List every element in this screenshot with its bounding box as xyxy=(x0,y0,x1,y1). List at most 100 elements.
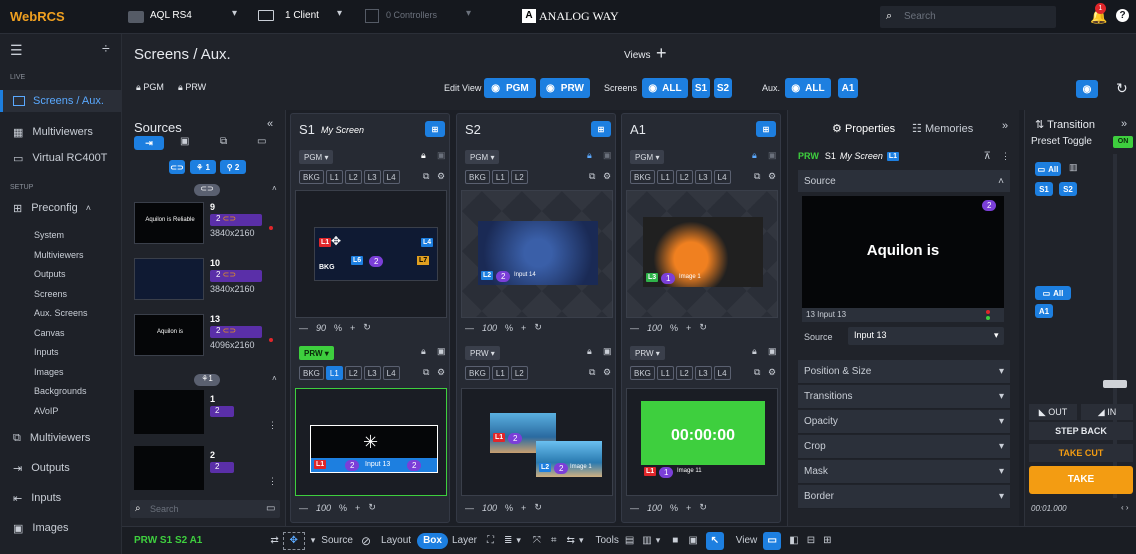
zoom-out-button[interactable]: — xyxy=(465,503,474,513)
layer-tag[interactable]: BKG xyxy=(299,366,324,380)
sidebar-item-screens[interactable]: Screens / Aux. xyxy=(0,90,122,112)
transition-duration[interactable]: 00:01.000 xyxy=(1031,504,1067,513)
settings-icon[interactable]: ⚙ xyxy=(437,367,445,378)
lock-icon[interactable]: 🔒︎ xyxy=(752,150,757,161)
zoom-value[interactable]: 100 xyxy=(647,503,662,513)
copy-icon[interactable]: ⧉ xyxy=(423,367,429,378)
layer-tag[interactable]: L1 xyxy=(656,366,674,380)
chevron-down-icon[interactable]: ▾ xyxy=(466,8,471,19)
sidebar-item-multiviewers[interactable]: ▦ Multiviewers xyxy=(0,122,122,142)
prw-selector[interactable]: PRW ▾ xyxy=(465,346,500,360)
zoom-out-button[interactable]: — xyxy=(630,323,639,333)
sidebar-subitem[interactable]: Aux. Screens xyxy=(34,308,88,318)
lock-icon[interactable]: 🔒︎ xyxy=(421,150,426,161)
layer-tag[interactable]: L2 xyxy=(510,170,528,184)
zoom-out-button[interactable]: — xyxy=(465,323,474,333)
source-tab-screens[interactable]: ▭ xyxy=(257,136,266,147)
sidebar-subitem[interactable]: System xyxy=(34,230,64,240)
sidebar-subitem[interactable]: Images xyxy=(34,367,64,377)
refresh-icon[interactable]: ↻ xyxy=(534,502,542,513)
frame-icon[interactable]: ▣ xyxy=(688,535,697,546)
step-back-button[interactable]: STEP BACK xyxy=(1029,422,1133,440)
more-icon[interactable]: ⋮ xyxy=(268,476,277,487)
settings-icon[interactable]: ⚙ xyxy=(603,171,611,182)
in-button[interactable]: ◢ IN xyxy=(1081,404,1133,420)
settings-icon[interactable]: ⚙ xyxy=(437,171,445,182)
split-icon[interactable]: ⇆ xyxy=(567,535,575,546)
chevron-down-icon[interactable]: ▾ xyxy=(311,535,316,546)
fit-icon[interactable]: ⛶ xyxy=(487,535,494,546)
snapshot-icon[interactable]: ▣ xyxy=(437,346,446,357)
out-button[interactable]: ◣ OUT xyxy=(1029,404,1077,420)
pgm-preview[interactable]: L2 2 Input 14 xyxy=(461,190,613,318)
refresh-icon[interactable]: ↻ xyxy=(363,322,371,333)
layer-tag[interactable]: L2 xyxy=(675,170,693,184)
layer-tag[interactable]: BKG xyxy=(299,170,324,184)
layer-tag[interactable]: L2 xyxy=(344,366,362,380)
layer-tag[interactable]: L4 xyxy=(713,366,731,380)
sidebar-item-virtual-rc400t[interactable]: ▭ Virtual RC400T xyxy=(0,148,122,168)
property-section-row[interactable]: Crop ▾ xyxy=(798,435,1010,459)
property-section-row[interactable]: Opacity ▾ xyxy=(798,410,1010,434)
sidebar-subitem[interactable]: Backgrounds xyxy=(34,386,87,396)
zoom-value[interactable]: 100 xyxy=(482,503,497,513)
selected-layer-box[interactable]: ✳ L1 2 Input 13 2 xyxy=(310,425,438,473)
prw-lock-toggle[interactable]: 🔒︎ PRW xyxy=(178,82,206,93)
source-thumbnail[interactable]: Aquilon is xyxy=(134,314,204,356)
clear-source-icon[interactable]: ⊘ xyxy=(361,534,371,548)
pgm-preview[interactable]: L1 ✥ L6 2 L4 L7 BKG xyxy=(295,190,447,318)
sidebar-subitem[interactable]: Inputs xyxy=(34,347,59,357)
source-tab-images[interactable]: ▣ xyxy=(180,136,189,147)
pgm-selector[interactable]: PGM ▾ xyxy=(630,150,665,164)
source-tab-multiviewers[interactable]: ⧉ xyxy=(220,136,227,147)
layer-tag[interactable]: L3 xyxy=(694,170,712,184)
timer-layer[interactable]: 00:00:00 L1 1 Image 11 xyxy=(641,401,765,479)
chevron-up-icon[interactable]: ˄ xyxy=(272,374,277,383)
sidebar-item-multiviewers-setup[interactable]: ⧉ Multiviewers xyxy=(0,428,122,448)
layer-mode-button[interactable]: Layer xyxy=(452,535,477,546)
preset-toggle-switch[interactable]: ON xyxy=(1113,136,1133,148)
source-search-input[interactable]: Search xyxy=(150,504,179,514)
settings-icon[interactable]: ⚙ xyxy=(603,367,611,378)
menu-icon[interactable]: ☰ xyxy=(10,42,23,59)
stop-icon[interactable]: ■ xyxy=(672,535,678,546)
layer-tag[interactable]: L4 xyxy=(382,170,400,184)
screen-s2-button[interactable]: S2 xyxy=(714,78,732,98)
edit-view-pgm-button[interactable]: ◉ PGM xyxy=(484,78,536,98)
aux-all-button[interactable]: ◉ ALL xyxy=(785,78,831,98)
more-icon[interactable]: ⋮ xyxy=(268,420,277,431)
chevron-up-icon[interactable]: ˄ xyxy=(272,184,277,193)
layer-tag[interactable]: L2 xyxy=(344,170,362,184)
property-section-row[interactable]: Transitions ▾ xyxy=(798,385,1010,409)
zoom-value[interactable]: 100 xyxy=(482,323,497,333)
zoom-out-button[interactable]: — xyxy=(299,503,308,513)
filter-a-button[interactable]: ⚘ 1 xyxy=(190,160,216,174)
screens-all-button[interactable]: ▭ All xyxy=(1035,162,1061,176)
sidebar-item-preconfig[interactable]: ⊞ Preconfig ˄ xyxy=(0,198,122,218)
layer-tag[interactable]: L4 xyxy=(382,366,400,380)
zoom-in-button[interactable]: + xyxy=(521,323,526,333)
group-toggle[interactable]: ⊂⊃ xyxy=(194,184,220,196)
prw-selector[interactable]: PRW ▾ xyxy=(299,346,334,360)
collapse-panel-icon[interactable]: « xyxy=(267,118,273,130)
add-view-button[interactable]: + xyxy=(656,43,667,64)
snapshot-icon[interactable]: ▣ xyxy=(768,346,777,357)
more-icon[interactable]: ⋮ xyxy=(1001,151,1010,162)
prw-selector[interactable]: PRW ▾ xyxy=(630,346,665,360)
tbar-handle[interactable] xyxy=(1103,380,1127,388)
snapshot-icon[interactable]: ▣ xyxy=(437,150,446,161)
refresh-icon[interactable]: ↻ xyxy=(699,502,707,513)
view-stack-icon[interactable]: ⊟ xyxy=(807,535,815,546)
filter-b-button[interactable]: ⚲ 2 xyxy=(220,160,246,174)
layer-tag[interactable]: L1 xyxy=(491,170,509,184)
copy-icon[interactable]: ⧉ xyxy=(754,171,760,182)
snapshot-icon[interactable]: ▣ xyxy=(603,346,612,357)
crop-icon[interactable]: ⌗ xyxy=(551,535,557,546)
layers-icon[interactable]: ⊞ xyxy=(425,121,445,137)
layer-tag[interactable]: L3 xyxy=(694,366,712,380)
blueberries-image[interactable]: L2 2 Input 14 xyxy=(478,221,598,285)
ruler-icon[interactable]: ▤ xyxy=(625,535,634,546)
take-button[interactable]: TAKE xyxy=(1029,466,1133,494)
chevron-down-icon[interactable]: ▾ xyxy=(516,535,521,546)
controllers-selector[interactable]: 0 Controllers xyxy=(386,10,437,20)
